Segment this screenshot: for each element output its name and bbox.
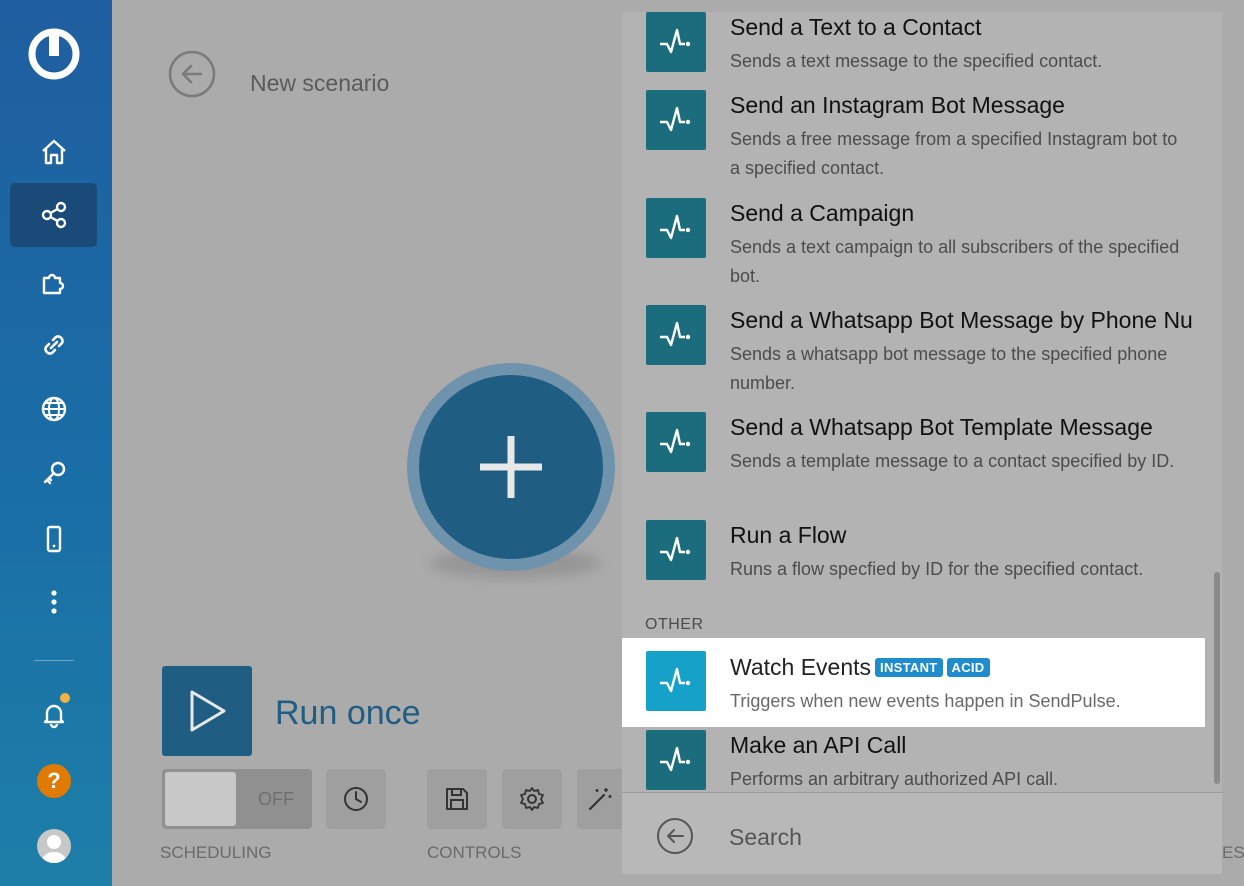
globe-icon [41, 396, 66, 422]
item-description: Performs an arbitrary authorized API cal… [730, 769, 1059, 789]
schedule-settings-button[interactable] [326, 769, 386, 829]
item-title: Send a Campaign [730, 200, 915, 226]
acid-badge: ACID [946, 658, 990, 677]
make-logo-icon[interactable] [27, 27, 81, 81]
sidebar-item-devices[interactable] [10, 507, 97, 571]
list-item[interactable]: Send an Instagram Bot Message Sends a fr… [622, 90, 1222, 198]
panel-search-bar: Search [622, 792, 1222, 874]
item-description: Sends a text message to the specified co… [730, 51, 1103, 71]
scheduling-label: SCHEDULING [160, 843, 272, 862]
gear-icon [520, 787, 544, 811]
sendpulse-app-icon [646, 730, 706, 790]
list-item[interactable]: Send a Whatsapp Bot Template Message Sen… [622, 412, 1222, 520]
module-list: Send a Text to a Contact Sends a text me… [622, 12, 1222, 792]
item-description: Sends a free message from a specified In… [730, 129, 1178, 178]
toggle-state: OFF [258, 789, 294, 809]
link-icon [43, 335, 64, 355]
item-title: Send an Instagram Bot Message [730, 92, 1065, 118]
list-item[interactable]: Send a Text to a Contact Sends a text me… [622, 12, 1222, 90]
magic-wand-icon [588, 788, 611, 811]
back-arrow-icon[interactable] [656, 817, 694, 855]
list-item-selected[interactable]: Watch Events INSTANT ACID Triggers when ne… [622, 638, 1205, 727]
sendpulse-app-icon [646, 651, 706, 711]
scheduling-toggle[interactable]: OFF [162, 769, 312, 829]
run-once-label[interactable]: Run once [275, 694, 421, 733]
pulse-icon [660, 536, 691, 562]
sidebar-item-connections[interactable] [10, 313, 97, 377]
sendpulse-app-icon [646, 412, 706, 472]
sidebar-item-scenarios[interactable] [10, 183, 97, 247]
share-nodes-icon [41, 201, 66, 229]
sidebar-item-keys[interactable] [10, 441, 97, 505]
controls-label: CONTROLS [427, 843, 522, 862]
key-icon [43, 461, 65, 485]
pulse-icon [660, 28, 691, 54]
save-icon [446, 788, 468, 810]
user-avatar-icon [42, 835, 66, 863]
item-title: Make an API Call [730, 732, 907, 758]
home-icon [41, 139, 66, 165]
search-input[interactable]: Search [729, 824, 802, 851]
sendpulse-app-icon [646, 90, 706, 150]
pulse-icon [660, 214, 691, 240]
pulse-icon [660, 667, 691, 693]
list-item[interactable]: Send a Campaign Sends a text campaign to… [622, 198, 1222, 305]
help-button[interactable]: ? [37, 764, 71, 798]
list-item[interactable]: Send a Whatsapp Bot Message by Phone Num… [622, 305, 1222, 412]
pulse-icon [660, 106, 691, 132]
plus-icon [480, 436, 542, 498]
sendpulse-app-icon [646, 305, 706, 365]
section-heading-other: OTHER [645, 616, 704, 633]
run-once-button[interactable] [162, 666, 252, 756]
sendpulse-app-icon [646, 198, 706, 258]
mobile-device-icon [46, 525, 61, 553]
item-description: Sends a template message to a contact sp… [730, 451, 1175, 471]
sidebar-item-webhooks[interactable] [10, 377, 97, 441]
instant-badge: INSTANT [875, 658, 943, 677]
pulse-icon [660, 746, 691, 772]
sidebar-item-templates[interactable] [10, 250, 97, 314]
item-description: Runs a flow specfied by ID for the speci… [730, 559, 1144, 579]
item-title: Run a Flow [730, 522, 847, 548]
sendpulse-app-icon [646, 12, 706, 72]
item-title-text: Watch Events [730, 654, 872, 680]
item-description: Sends a whatsapp bot message to the spec… [730, 344, 1168, 393]
scrollbar-thumb[interactable] [1214, 572, 1220, 784]
item-title: Watch Events INSTANT ACID [730, 654, 1192, 681]
avatar[interactable] [37, 829, 71, 863]
save-button[interactable] [427, 769, 487, 829]
item-description: Triggers when new events happen in SendP… [730, 691, 1121, 711]
play-icon [190, 690, 226, 732]
more-vertical-icon [50, 590, 57, 614]
item-title: Send a Whatsapp Bot Message by Phone Num… [730, 307, 1192, 333]
page-title[interactable]: New scenario [250, 70, 389, 97]
module-picker-panel: Send a Text to a Contact Sends a text me… [622, 12, 1222, 874]
list-item[interactable]: Run a Flow Runs a flow specfied by ID fo… [622, 520, 1222, 600]
toolbar-label-fragment: ES [1222, 843, 1244, 862]
sidebar-item-home[interactable] [10, 120, 97, 184]
pulse-icon [660, 321, 691, 347]
pulse-icon [660, 428, 691, 454]
puzzle-icon [42, 273, 64, 295]
item-description: Sends a text campaign to all subscribers… [730, 237, 1180, 286]
list-item[interactable]: Make an API Call Performs an arbitrary a… [622, 730, 1222, 792]
back-arrow-icon[interactable] [168, 50, 216, 98]
settings-button[interactable] [502, 769, 562, 829]
item-title: Send a Text to a Contact [730, 14, 982, 40]
auto-align-button[interactable] [577, 769, 622, 829]
item-title: Send a Whatsapp Bot Template Message [730, 414, 1153, 440]
notification-dot [60, 693, 70, 703]
sidebar: ? [0, 0, 112, 886]
notifications-button[interactable] [10, 682, 97, 746]
sendpulse-app-icon [646, 520, 706, 580]
toggle-knob [165, 772, 236, 826]
sidebar-item-more[interactable] [10, 570, 97, 634]
sidebar-divider [34, 660, 74, 661]
clock-icon [344, 787, 368, 811]
